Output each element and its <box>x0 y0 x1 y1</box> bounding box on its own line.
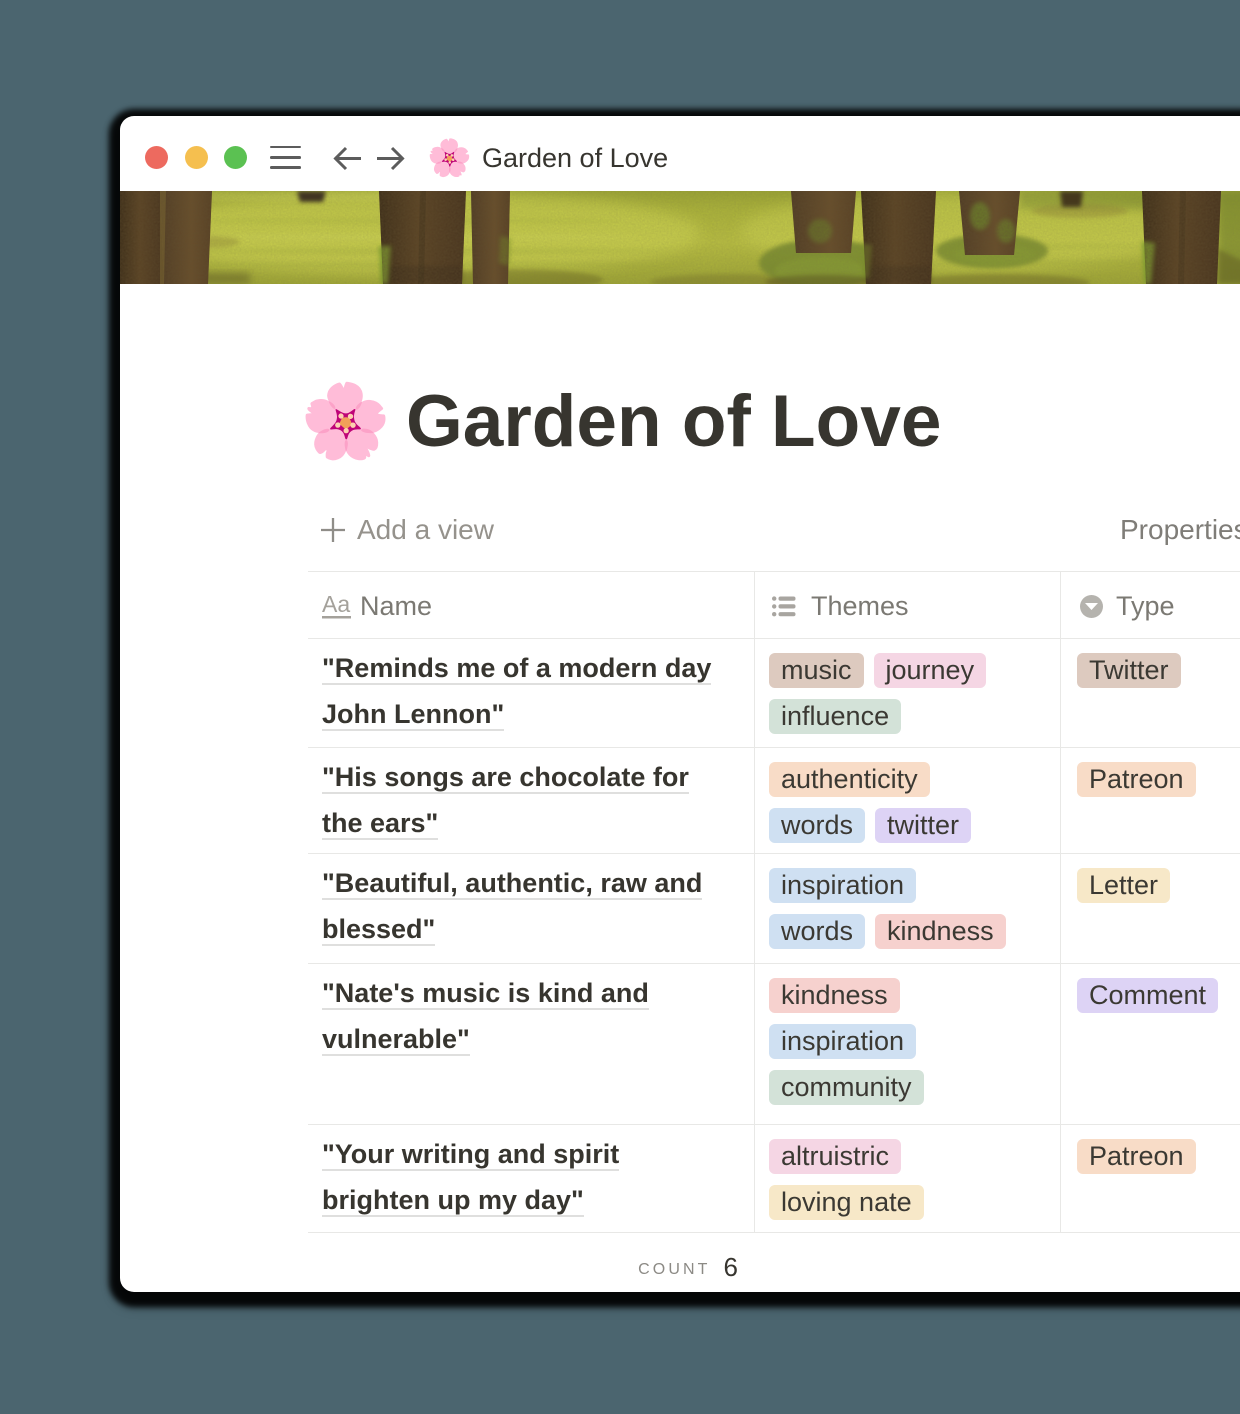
svg-text:Aa: Aa <box>322 593 350 617</box>
